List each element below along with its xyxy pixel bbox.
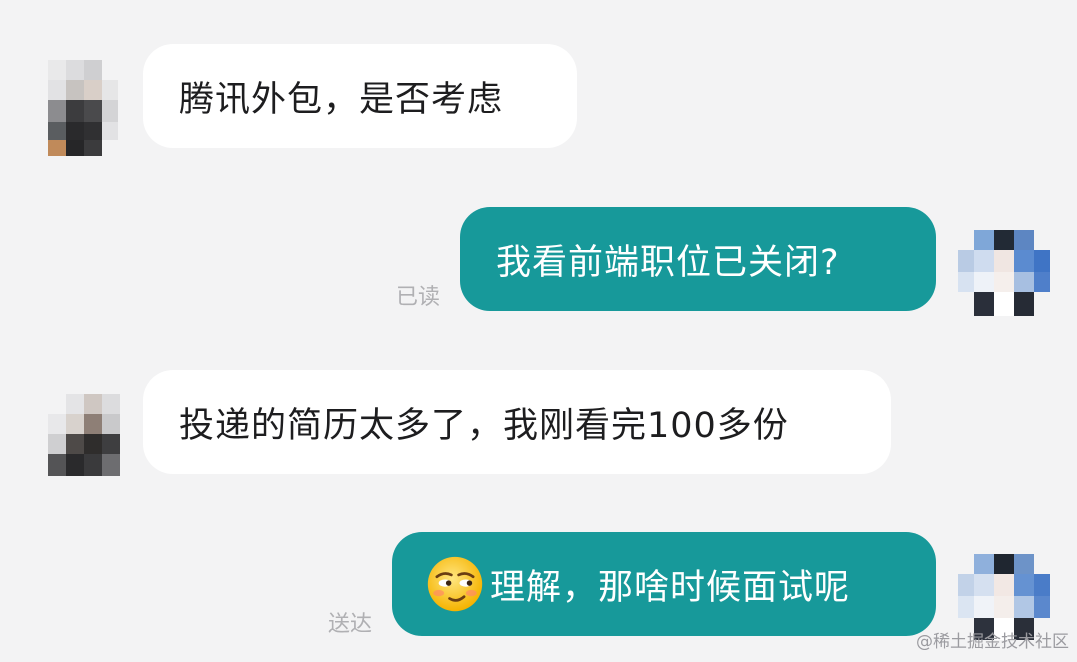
message-bubble-incoming[interactable]: 腾讯外包，是否考虑 — [143, 44, 577, 148]
message-text: 我看前端职位已关闭? — [496, 242, 840, 283]
chat-screen: { "messages": [ { "side": "incoming", "t… — [0, 0, 1077, 662]
smirk-emoji-icon — [427, 556, 483, 612]
message-bubble-outgoing[interactable]: 理解，那啥时候面试呢 — [392, 532, 936, 636]
delivered-status: 送达 — [328, 612, 373, 637]
message-text: 理解，那啥时候面试呢 — [490, 567, 851, 608]
message-text: 投递的简历太多了，我刚看完100多份 — [179, 405, 789, 446]
read-status: 已读 — [396, 285, 441, 310]
message-text: 腾讯外包，是否考虑 — [179, 79, 504, 120]
message-bubble-incoming[interactable]: 投递的简历太多了，我刚看完100多份 — [143, 370, 891, 474]
contact-avatar[interactable] — [48, 60, 118, 156]
my-avatar[interactable] — [958, 230, 1050, 316]
message-bubble-outgoing[interactable]: 我看前端职位已关闭? — [460, 207, 936, 311]
watermark: @稀土掘金技术社区 — [916, 632, 1069, 652]
contact-avatar[interactable] — [48, 394, 128, 476]
